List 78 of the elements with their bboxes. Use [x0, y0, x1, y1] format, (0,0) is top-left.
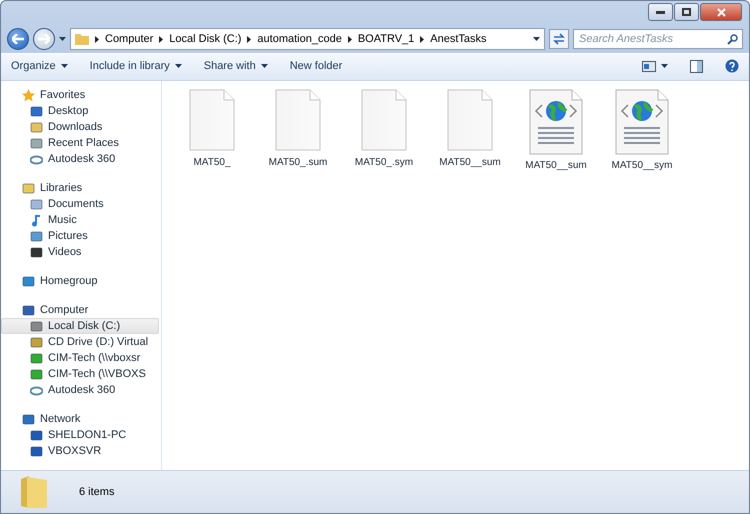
nav-item[interactable]: Downloads: [1, 119, 159, 135]
breadcrumb[interactable]: Computer: [105, 33, 154, 45]
nav-item[interactable]: Recent Places: [1, 135, 159, 151]
star-icon: [22, 88, 35, 102]
nav-section[interactable]: Homegroup: [1, 273, 159, 289]
nav-item[interactable]: CIM-Tech (\\vboxsr: [1, 350, 159, 366]
forward-button[interactable]: [33, 28, 55, 50]
breadcrumb[interactable]: BOATRV_1: [358, 33, 414, 45]
file-item[interactable]: MAT50_.sym: [348, 89, 420, 168]
chevron-icon: [159, 36, 164, 42]
breadcrumb[interactable]: AnestTasks: [430, 33, 487, 45]
back-arrow-icon: [12, 34, 24, 44]
caret-icon: [260, 64, 268, 68]
nav-item[interactable]: Documents: [1, 196, 159, 212]
nav-item[interactable]: Desktop: [1, 103, 159, 119]
caret-icon: [661, 64, 668, 68]
file-item[interactable]: MAT50_.sum: [262, 89, 334, 168]
pane-icon: [690, 60, 703, 72]
caret-icon: [174, 64, 182, 68]
music-note-icon: [30, 214, 43, 226]
nav-section[interactable]: Favorites: [1, 87, 159, 103]
help-button[interactable]: [725, 59, 739, 73]
toolbar-button[interactable]: New folder: [290, 60, 342, 72]
address-bar[interactable]: Computer Local Disk (C:) automation_code BOATRV_1 AnestTasks: [70, 28, 545, 50]
nav-section[interactable]: Computer: [1, 302, 159, 318]
caret-icon: [533, 37, 540, 41]
close-button[interactable]: [700, 3, 742, 21]
file-item[interactable]: MAT50__sym: [606, 89, 678, 171]
nav-item[interactable]: SHELDON1-PC: [1, 427, 159, 443]
blank-file-icon: [360, 89, 408, 152]
web-file-icon: [614, 89, 670, 155]
chevron-icon: [348, 36, 352, 42]
chevron-icon: [95, 36, 99, 42]
nav-item[interactable]: Local Disk (C:): [1, 318, 159, 334]
menu-button[interactable]: Share with: [204, 60, 268, 72]
nav-item[interactable]: VBOXSVR: [1, 443, 159, 459]
blank-file-icon: [446, 89, 494, 152]
nav-section[interactable]: Network: [1, 411, 159, 427]
breadcrumb[interactable]: automation_code: [257, 33, 342, 45]
breadcrumb[interactable]: Local Disk (C:): [169, 33, 242, 45]
help-icon: [725, 59, 739, 73]
film-icon: [30, 246, 43, 258]
menu-button[interactable]: Organize: [11, 60, 68, 72]
blank-file-icon: [274, 89, 322, 152]
file-item[interactable]: MAT50_: [176, 89, 248, 168]
search-icon: [727, 34, 738, 45]
item-count: 6 items: [79, 486, 114, 498]
preview-pane-button[interactable]: [690, 60, 703, 72]
file-item[interactable]: MAT50__sum: [520, 89, 592, 171]
view-button[interactable]: [642, 60, 668, 72]
refresh-icon[interactable]: [549, 29, 569, 49]
caret-icon: [59, 37, 66, 41]
minimize-button[interactable]: [648, 3, 673, 21]
web-file-icon: [528, 89, 584, 155]
nav-item[interactable]: Pictures: [1, 228, 159, 244]
back-button[interactable]: [7, 28, 29, 50]
nav-item[interactable]: CIM-Tech (\\VBOXS: [1, 366, 159, 382]
restore-icon: [682, 8, 691, 16]
view-icon: [642, 60, 656, 72]
chevron-icon: [420, 36, 424, 42]
forward-arrow-icon: [38, 34, 50, 44]
file-item[interactable]: MAT50__sum: [434, 89, 506, 168]
close-icon: [716, 8, 726, 16]
caret-icon: [60, 64, 68, 68]
nav-item[interactable]: Autodesk 360: [1, 382, 159, 398]
maximize-button[interactable]: [674, 3, 699, 21]
cloud-icon: [30, 152, 43, 166]
chevron-icon: [247, 36, 252, 42]
blank-file-icon: [188, 89, 236, 152]
nav-section[interactable]: Libraries: [1, 180, 159, 196]
nav-item[interactable]: CD Drive (D:) Virtual: [1, 334, 159, 350]
nav-item[interactable]: Videos: [1, 244, 159, 260]
nav-item[interactable]: Autodesk 360: [1, 151, 159, 167]
menu-button[interactable]: Include in library: [90, 60, 182, 72]
search-field[interactable]: Search AnestTasks: [573, 29, 743, 49]
nav-item[interactable]: Music: [1, 212, 159, 228]
cloud-icon: [30, 384, 43, 396]
minimize-icon: [656, 10, 665, 14]
